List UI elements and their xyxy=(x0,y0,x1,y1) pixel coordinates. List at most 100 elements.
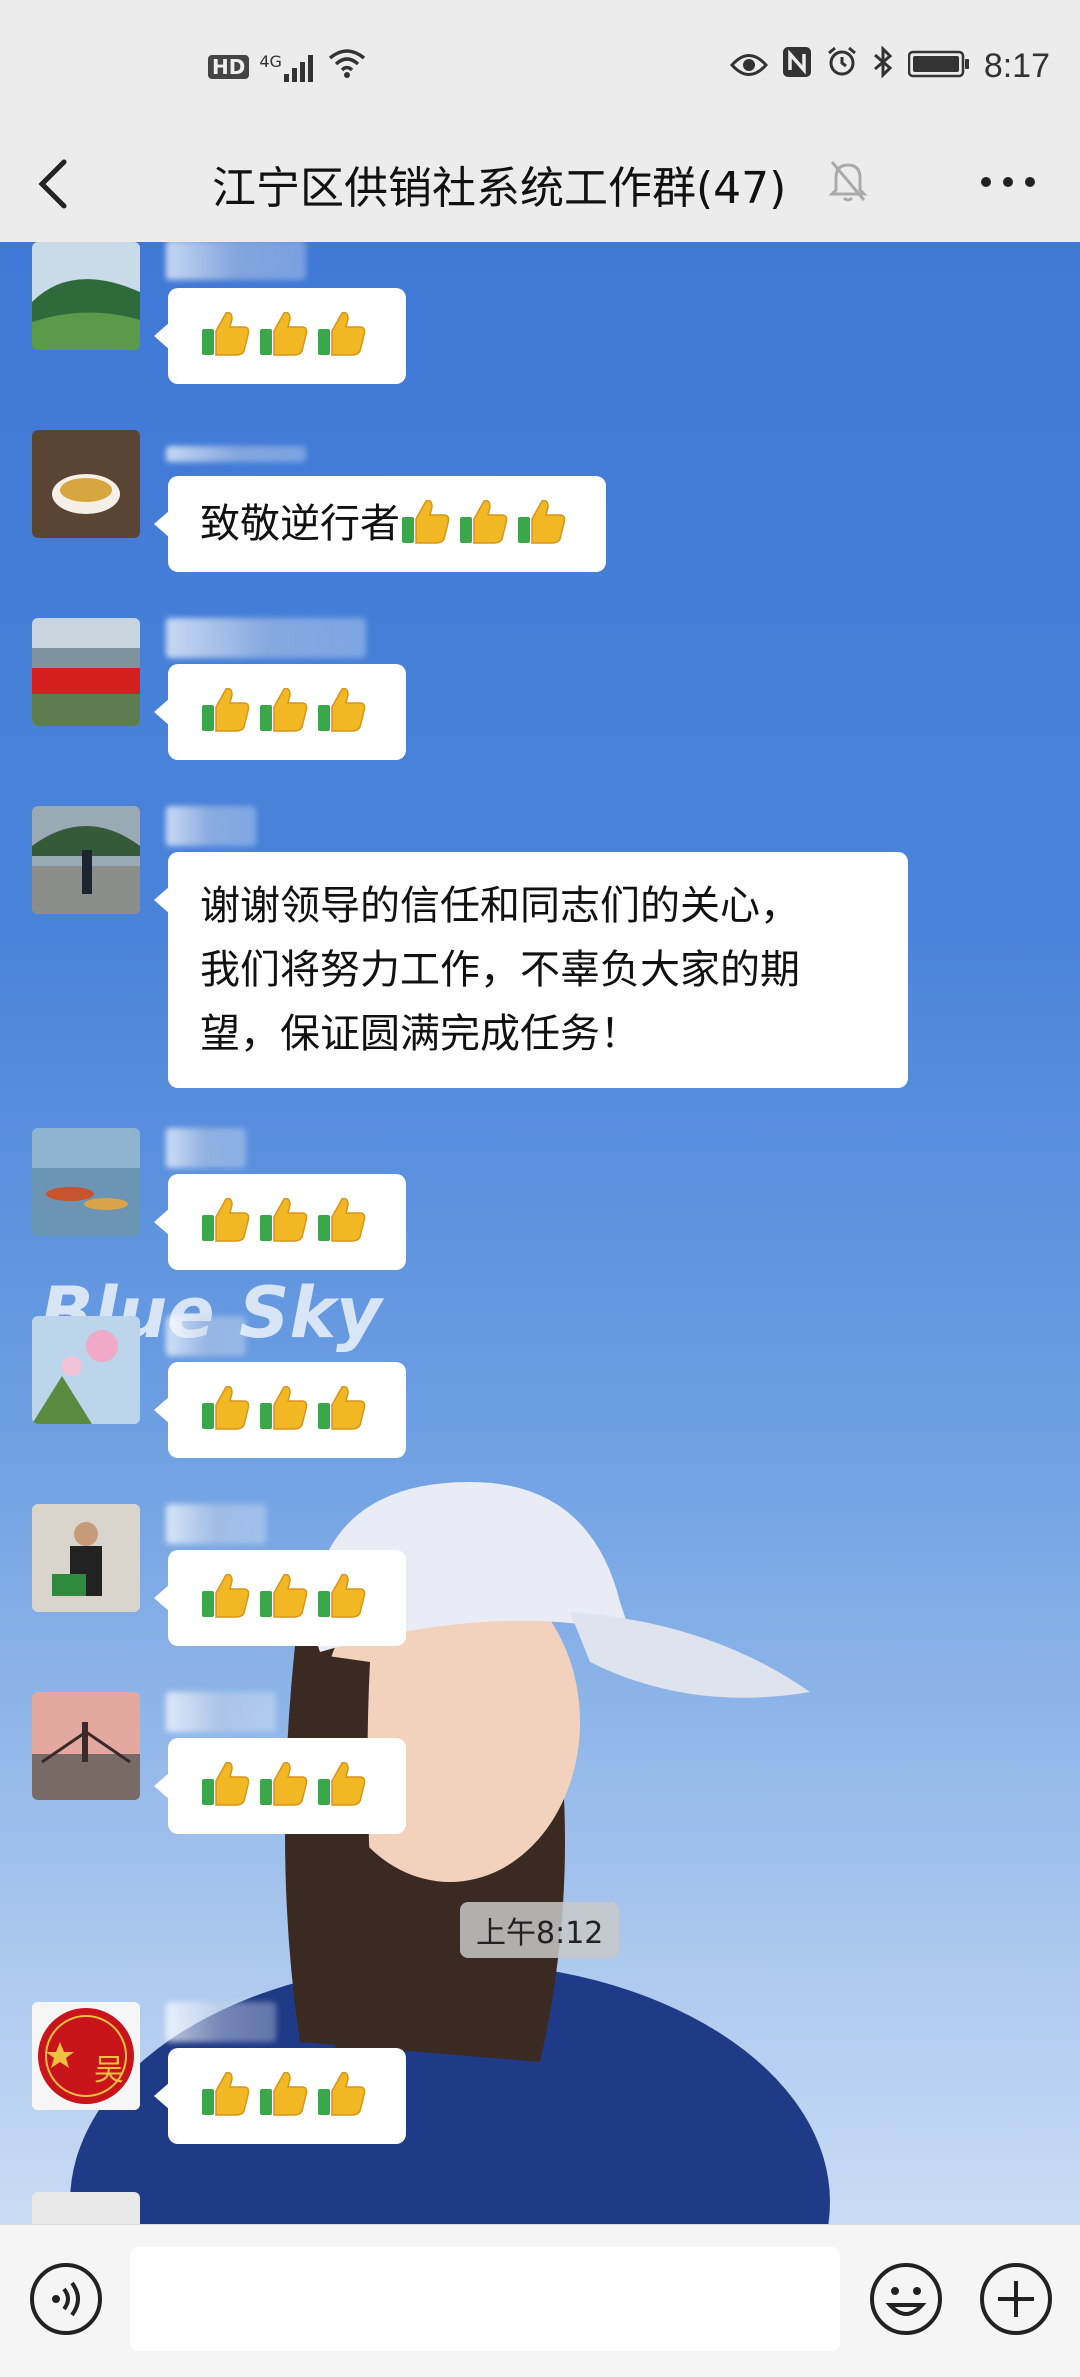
message-bubble[interactable] xyxy=(154,1174,406,1270)
thumbs-up-icon xyxy=(402,499,450,544)
message-bubble[interactable] xyxy=(154,664,406,760)
avatar-landscape-image xyxy=(32,242,140,350)
chat-area[interactable]: Blue Sky 致敬逆行者 谢谢领导的信任和同志们的关心， 我们将努力工作，不… xyxy=(0,242,1080,2224)
status-bar: HD 4G 8:17 xyxy=(0,0,1080,130)
plus-icon xyxy=(980,2263,1052,2335)
status-right: 8:17 xyxy=(729,45,1050,87)
sender-name-hidden xyxy=(166,1504,266,1544)
thumbs-emoji-group xyxy=(200,2064,374,2128)
thumbs-up-icon xyxy=(318,1385,366,1430)
avatar[interactable] xyxy=(32,1504,140,1612)
sender-name-hidden xyxy=(166,2002,276,2042)
message-bubble[interactable]: 致敬逆行者 xyxy=(154,476,606,572)
chat-timestamp: 上午8:12 xyxy=(460,1902,620,1958)
back-button[interactable] xyxy=(34,154,74,214)
thumbs-up-icon xyxy=(318,311,366,356)
thumbs-up-icon xyxy=(318,1761,366,1806)
thumbs-up-icon xyxy=(202,311,250,356)
thumbs-up-icon xyxy=(260,311,308,356)
avatar-man-image xyxy=(32,1504,140,1612)
mute-bell-icon xyxy=(828,161,868,202)
avatar-seal-text: 吴 xyxy=(94,2053,124,2088)
mute-indicator xyxy=(826,156,870,208)
message-bubble[interactable] xyxy=(154,288,406,384)
eye-icon xyxy=(729,47,768,87)
thumbs-up-icon xyxy=(202,687,250,732)
thumbs-up-icon xyxy=(202,1761,250,1806)
thumbs-up-icon xyxy=(202,2071,250,2116)
avatar-cosmos-image xyxy=(32,1316,140,1424)
battery-icon xyxy=(907,47,970,87)
thumbs-up-icon xyxy=(260,1385,308,1430)
thumbs-emoji-group xyxy=(200,1190,374,1254)
avatar[interactable] xyxy=(32,430,140,538)
avatar-person-image xyxy=(32,806,140,914)
thumbs-emoji-group xyxy=(200,304,374,368)
message-text-line: 谢谢领导的信任和同志们的关心， xyxy=(200,883,800,929)
thumbs-up-icon xyxy=(202,1197,250,1242)
thumbs-up-icon xyxy=(260,687,308,732)
thumbs-up-icon xyxy=(460,499,508,544)
thumbs-up-icon xyxy=(260,2071,308,2116)
network-type: 4G xyxy=(259,51,282,71)
voice-button[interactable] xyxy=(28,2261,104,2341)
thumbs-up-icon xyxy=(202,1573,250,1618)
avatar[interactable] xyxy=(32,1692,140,1800)
bluetooth-icon xyxy=(872,45,894,87)
plus-button[interactable] xyxy=(978,2261,1054,2341)
avatar[interactable] xyxy=(32,2192,140,2224)
voice-icon xyxy=(30,2263,102,2335)
message-bubble[interactable] xyxy=(154,1738,406,1834)
signal-icon: 4G xyxy=(259,52,318,82)
hd-icon: HD xyxy=(208,54,250,79)
thumbs-emoji-group xyxy=(200,1754,374,1818)
title-bar: 江宁区供销社系统工作群(47) xyxy=(0,130,1080,243)
thumbs-up-icon xyxy=(260,1573,308,1618)
message-bubble[interactable] xyxy=(154,1362,406,1458)
emoji-icon xyxy=(870,2263,942,2335)
avatar[interactable] xyxy=(32,1316,140,1424)
more-button[interactable] xyxy=(978,162,1038,206)
alarm-icon xyxy=(826,46,858,87)
status-time: 8:17 xyxy=(983,47,1050,85)
thumbs-emoji-group xyxy=(200,1378,374,1442)
message-text: 致敬逆行者 xyxy=(200,501,400,547)
avatar[interactable] xyxy=(32,242,140,350)
back-arrow-icon xyxy=(38,159,67,209)
avatar-bridge-image xyxy=(32,1692,140,1800)
thumbs-up-icon xyxy=(318,1197,366,1242)
avatar[interactable]: 吴 xyxy=(32,2002,140,2110)
nfc-icon xyxy=(782,46,812,87)
avatar[interactable] xyxy=(32,806,140,914)
sender-name-hidden xyxy=(166,1692,276,1732)
sender-name-hidden xyxy=(166,1316,246,1356)
avatar[interactable] xyxy=(32,1128,140,1236)
message-text-line: 望，保证圆满完成任务！ xyxy=(200,1011,640,1057)
message-bubble[interactable]: 谢谢领导的信任和同志们的关心， 我们将努力工作，不辜负大家的期 望，保证圆满完成… xyxy=(154,852,908,1088)
thumbs-up-icon xyxy=(202,1385,250,1430)
avatar-tea-image xyxy=(32,430,140,538)
thumbs-up-icon xyxy=(318,2071,366,2116)
avatar-seal-image: 吴 xyxy=(32,2002,140,2110)
thumbs-up-icon xyxy=(318,687,366,732)
thumbs-up-icon xyxy=(260,1761,308,1806)
avatar-flowers-image xyxy=(32,618,140,726)
thumbs-emoji-group xyxy=(200,1566,374,1630)
sender-name-hidden xyxy=(166,618,366,658)
chat-title: 江宁区供销社系统工作群(47) xyxy=(212,163,787,214)
sender-name-hidden xyxy=(166,1128,246,1168)
emoji-button[interactable] xyxy=(868,2261,944,2341)
wifi-icon xyxy=(328,48,366,85)
thumbs-up-icon xyxy=(318,1573,366,1618)
more-icon xyxy=(981,177,1035,187)
message-bubble[interactable] xyxy=(154,2048,406,2144)
input-bar xyxy=(0,2224,1080,2377)
thumbs-up-icon xyxy=(260,1197,308,1242)
avatar[interactable] xyxy=(32,618,140,726)
message-text-line: 我们将努力工作，不辜负大家的期 xyxy=(200,947,800,993)
message-bubble[interactable] xyxy=(154,1550,406,1646)
sender-name-hidden xyxy=(166,242,306,280)
sender-name-hidden xyxy=(166,806,256,846)
thumbs-emoji-group xyxy=(400,492,574,556)
message-input[interactable] xyxy=(130,2247,840,2351)
